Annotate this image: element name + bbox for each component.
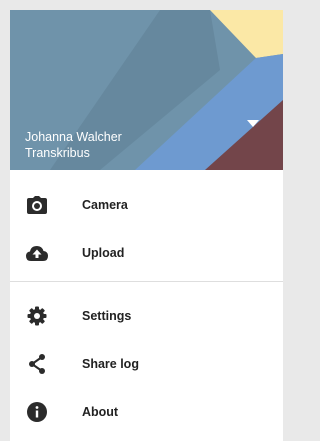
menu-item-label: Camera — [82, 198, 128, 212]
menu-item-label: Share log — [82, 357, 139, 371]
gear-icon — [26, 305, 48, 327]
menu-item-settings[interactable]: Settings — [10, 292, 283, 340]
menu-item-camera[interactable]: Camera — [10, 181, 283, 229]
account-name: Johanna Walcher — [25, 130, 122, 144]
menu-item-about[interactable]: About — [10, 388, 283, 436]
menu-divider — [10, 281, 283, 282]
menu-item-label: About — [82, 405, 119, 419]
chevron-down-icon — [247, 120, 259, 127]
cloud-upload-icon — [26, 242, 48, 264]
share-icon — [26, 353, 48, 375]
camera-icon — [26, 194, 48, 216]
menu-item-share-log[interactable]: Share log — [10, 340, 283, 388]
navigation-drawer: Johanna Walcher Transkribus Camera Uploa… — [10, 10, 283, 441]
account-switcher-button[interactable] — [247, 120, 283, 156]
drawer-header: Johanna Walcher Transkribus — [10, 10, 283, 170]
account-subtitle: Transkribus — [25, 146, 90, 160]
menu-item-label: Settings — [82, 309, 132, 323]
info-icon — [26, 401, 48, 423]
menu-item-label: Upload — [82, 246, 125, 260]
primary-menu: Camera Upload — [10, 181, 283, 277]
menu-item-upload[interactable]: Upload — [10, 229, 283, 277]
secondary-menu: Settings Share log About — [10, 292, 283, 436]
